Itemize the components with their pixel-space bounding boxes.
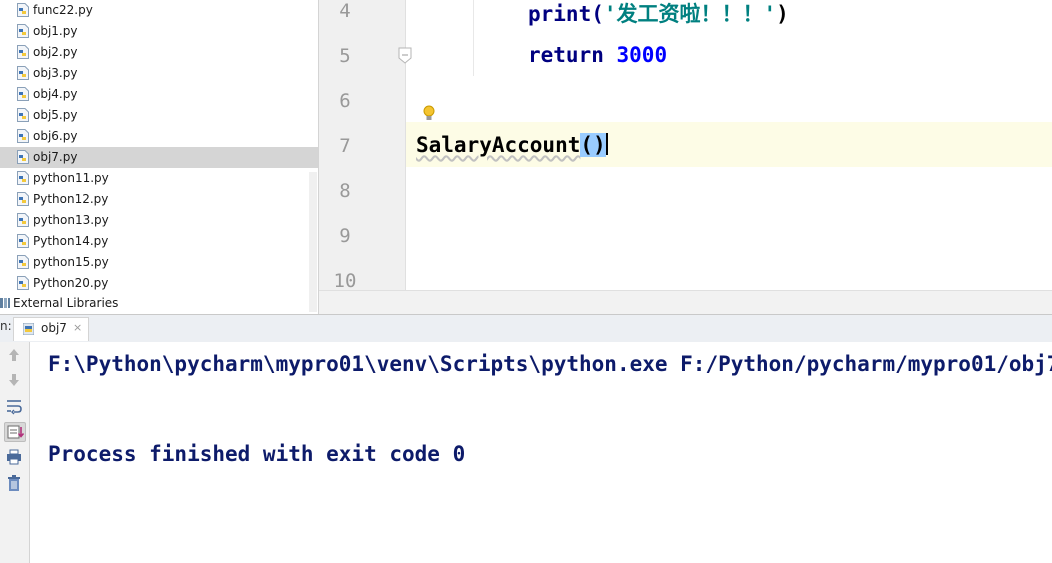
python-file-icon xyxy=(17,3,29,17)
python-file-icon xyxy=(17,108,29,122)
tree-file-label: obj6.py xyxy=(33,129,78,143)
tree-file-label: Python12.py xyxy=(33,192,109,206)
tree-file-label: obj1.py xyxy=(33,24,78,38)
library-icon xyxy=(0,298,10,308)
external-libraries-item[interactable]: External Libraries xyxy=(0,293,318,314)
text-caret xyxy=(605,133,608,155)
tree-file-item[interactable]: python13.py xyxy=(0,210,318,231)
run-toolbar xyxy=(0,342,30,563)
matched-parens: () xyxy=(580,133,606,157)
number-literal: 3000 xyxy=(616,43,668,67)
tree-file-item[interactable]: obj1.py xyxy=(0,21,318,42)
soft-wrap-icon[interactable] xyxy=(4,397,24,415)
external-libraries-label: External Libraries xyxy=(13,296,119,310)
line-number-gutter: 4 5 6 7 8 9 10 xyxy=(319,0,412,290)
up-arrow-icon[interactable] xyxy=(4,346,24,364)
project-tree: func22.py obj1.py obj2.py obj3.py obj4.py obj… xyxy=(0,0,319,314)
tree-scrollbar[interactable] xyxy=(309,172,317,312)
tree-file-item[interactable]: Python20.py xyxy=(0,273,318,294)
function-call: SalaryAccount xyxy=(416,133,581,157)
python-file-icon xyxy=(17,192,29,206)
line-number: 8 xyxy=(339,180,351,202)
line-number: 4 xyxy=(339,0,351,22)
tree-file-item[interactable]: python11.py xyxy=(0,168,318,189)
python-file-icon xyxy=(23,323,34,335)
tree-file-label: obj4.py xyxy=(33,87,78,101)
tree-file-label: func22.py xyxy=(33,3,93,17)
tree-file-item[interactable]: func22.py xyxy=(0,0,318,21)
python-file-icon xyxy=(17,255,29,269)
tree-file-item[interactable]: obj2.py xyxy=(0,42,318,63)
python-file-icon xyxy=(17,87,29,101)
line-number: 5 xyxy=(339,45,351,67)
run-panel-header: n: obj7 × xyxy=(0,314,1052,343)
console-exit-line: Process finished with exit code 0 xyxy=(48,442,466,466)
console-command-line: F:\Python\pycharm\mypro01\venv\Scripts\p… xyxy=(48,352,1052,376)
trash-icon[interactable] xyxy=(4,474,24,492)
fold-marker-icon[interactable] xyxy=(398,47,412,64)
tree-file-label: obj5.py xyxy=(33,108,78,122)
tree-file-item[interactable]: obj7.py xyxy=(0,147,318,168)
python-file-icon xyxy=(17,24,29,38)
string-literal: '发工资啦！！！' xyxy=(603,2,777,26)
python-file-icon xyxy=(17,45,29,59)
tree-file-label: obj2.py xyxy=(33,45,78,59)
down-arrow-icon[interactable] xyxy=(4,371,24,389)
tree-file-label: obj3.py xyxy=(33,66,78,80)
code-editor[interactable]: 4 5 6 7 8 9 10 print('发工资啦！！！') return 3… xyxy=(319,0,1052,290)
tree-file-item[interactable]: Python12.py xyxy=(0,189,318,210)
line-number: 7 xyxy=(339,135,351,157)
tree-file-item[interactable]: obj5.py xyxy=(0,105,318,126)
indent-guide xyxy=(473,0,474,76)
print-call: print( xyxy=(528,2,604,26)
close-icon[interactable]: × xyxy=(73,321,82,334)
tree-file-label: Python14.py xyxy=(33,234,109,248)
line-number: 10 xyxy=(333,270,357,290)
tree-file-label: Python20.py xyxy=(33,276,109,290)
print-icon[interactable] xyxy=(4,448,24,466)
scroll-to-end-icon[interactable] xyxy=(4,422,26,442)
python-file-icon xyxy=(17,276,29,290)
console-output[interactable]: F:\Python\pycharm\mypro01\venv\Scripts\p… xyxy=(30,342,1052,563)
run-tab-obj7[interactable]: obj7 × xyxy=(13,317,89,341)
tree-file-item[interactable]: obj6.py xyxy=(0,126,318,147)
line-number: 9 xyxy=(339,225,351,247)
editor-horizontal-scrollbar[interactable] xyxy=(319,290,1052,315)
tree-file-label: obj7.py xyxy=(33,150,78,164)
python-file-icon xyxy=(17,150,29,164)
code-line-5: return 3000 xyxy=(528,43,667,67)
tree-file-item[interactable]: Python14.py xyxy=(0,231,318,252)
tree-file-label: python15.py xyxy=(33,255,109,269)
tree-file-item[interactable]: obj4.py xyxy=(0,84,318,105)
lightbulb-icon[interactable] xyxy=(422,104,436,122)
tree-file-label: python13.py xyxy=(33,213,109,227)
python-file-icon xyxy=(17,171,29,185)
python-file-icon xyxy=(17,213,29,227)
python-file-icon xyxy=(17,234,29,248)
return-keyword: return xyxy=(528,43,604,67)
run-tab-label: obj7 xyxy=(41,321,67,335)
tree-file-item[interactable]: obj3.py xyxy=(0,63,318,84)
tree-file-item[interactable]: python15.py xyxy=(0,252,318,273)
python-file-icon xyxy=(17,66,29,80)
run-panel-side-label: n: xyxy=(0,319,12,333)
code-line-4: print('发工资啦！！！') xyxy=(528,0,789,28)
tree-file-label: python11.py xyxy=(33,171,109,185)
line-number: 6 xyxy=(339,90,351,112)
python-file-icon xyxy=(17,129,29,143)
close-paren: ) xyxy=(776,2,789,26)
code-line-7: SalaryAccount() xyxy=(416,133,608,157)
